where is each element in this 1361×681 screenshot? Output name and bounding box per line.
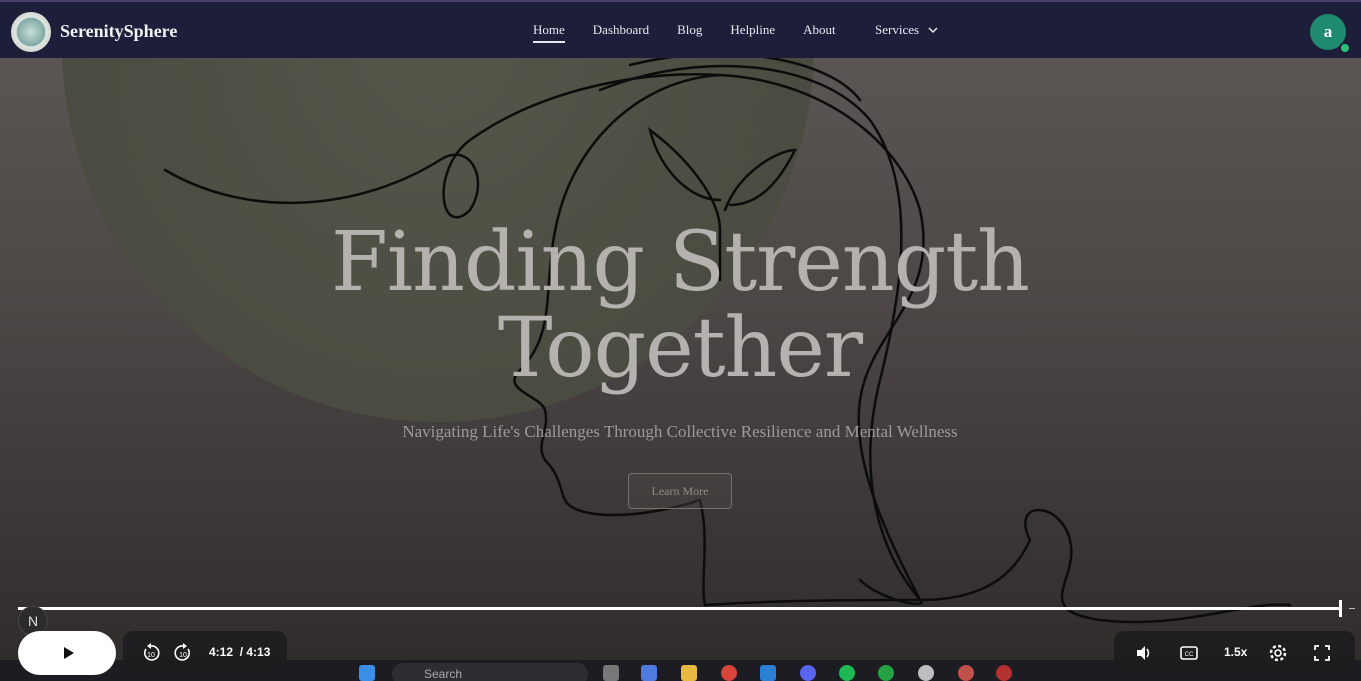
hero-title-line-2: Together — [497, 301, 863, 396]
chrome-icon[interactable] — [721, 665, 737, 681]
windows-start-icon[interactable] — [359, 665, 375, 681]
current-time: 4:12 — [209, 645, 234, 659]
chatgpt-icon[interactable] — [918, 665, 934, 681]
svg-text:10: 10 — [147, 652, 155, 659]
video-progress-remaining — [1349, 608, 1355, 609]
playback-speed[interactable]: 1.5x — [1224, 645, 1247, 659]
nav-link-helpline[interactable]: Helpline — [730, 22, 775, 43]
task-view-icon[interactable] — [603, 665, 619, 681]
vscode-icon[interactable] — [760, 665, 776, 681]
learn-more-button[interactable]: Learn More — [628, 473, 732, 509]
hero-subtitle: Navigating Life's Challenges Through Col… — [402, 422, 958, 441]
site-logo[interactable] — [11, 12, 51, 52]
captions-icon[interactable]: CC — [1179, 643, 1199, 663]
nav-link-about[interactable]: About — [803, 22, 836, 43]
discord-icon[interactable] — [800, 665, 816, 681]
brand-name[interactable]: SerenitySphere — [60, 21, 177, 42]
online-status-dot — [1339, 42, 1351, 54]
spotify-icon[interactable] — [839, 665, 855, 681]
svg-text:10: 10 — [179, 652, 187, 659]
record-icon[interactable] — [996, 665, 1012, 681]
copilot-icon[interactable] — [641, 665, 657, 681]
nav-link-home[interactable]: Home — [533, 22, 565, 43]
services-label: Services — [875, 22, 920, 37]
hero-title: Finding Strength Together — [300, 220, 1060, 392]
hero-title-line-1: Finding Strength — [331, 215, 1030, 310]
video-progress-bar[interactable] — [18, 607, 1339, 610]
nav-links: Home Dashboard Blog Helpline About — [533, 22, 864, 43]
video-progress-thumb[interactable] — [1339, 600, 1342, 617]
rewind-10-icon[interactable]: 10 — [141, 643, 161, 663]
file-explorer-icon[interactable] — [681, 665, 697, 681]
taskbar-search[interactable]: Search — [392, 663, 588, 681]
volume-icon[interactable] — [1134, 643, 1154, 663]
settings-gear-icon[interactable] — [1268, 643, 1288, 663]
top-navbar: SerenitySphere Home Dashboard Blog Helpl… — [0, 0, 1361, 58]
total-time: / 4:13 — [239, 645, 271, 659]
nav-link-dashboard[interactable]: Dashboard — [593, 22, 649, 43]
svg-text:CC: CC — [1185, 652, 1194, 658]
forward-10-icon[interactable]: 10 — [173, 643, 193, 663]
play-icon — [64, 647, 74, 659]
playback-time: 4:12 / 4:13 — [209, 645, 270, 659]
fullscreen-icon[interactable] — [1312, 643, 1332, 663]
whatsapp-icon[interactable] — [878, 665, 894, 681]
nav-link-blog[interactable]: Blog — [677, 22, 702, 43]
services-dropdown[interactable]: Services — [875, 22, 938, 38]
chevron-down-icon — [928, 26, 938, 37]
play-button[interactable] — [18, 631, 116, 675]
chrome-profile-icon[interactable] — [958, 665, 974, 681]
